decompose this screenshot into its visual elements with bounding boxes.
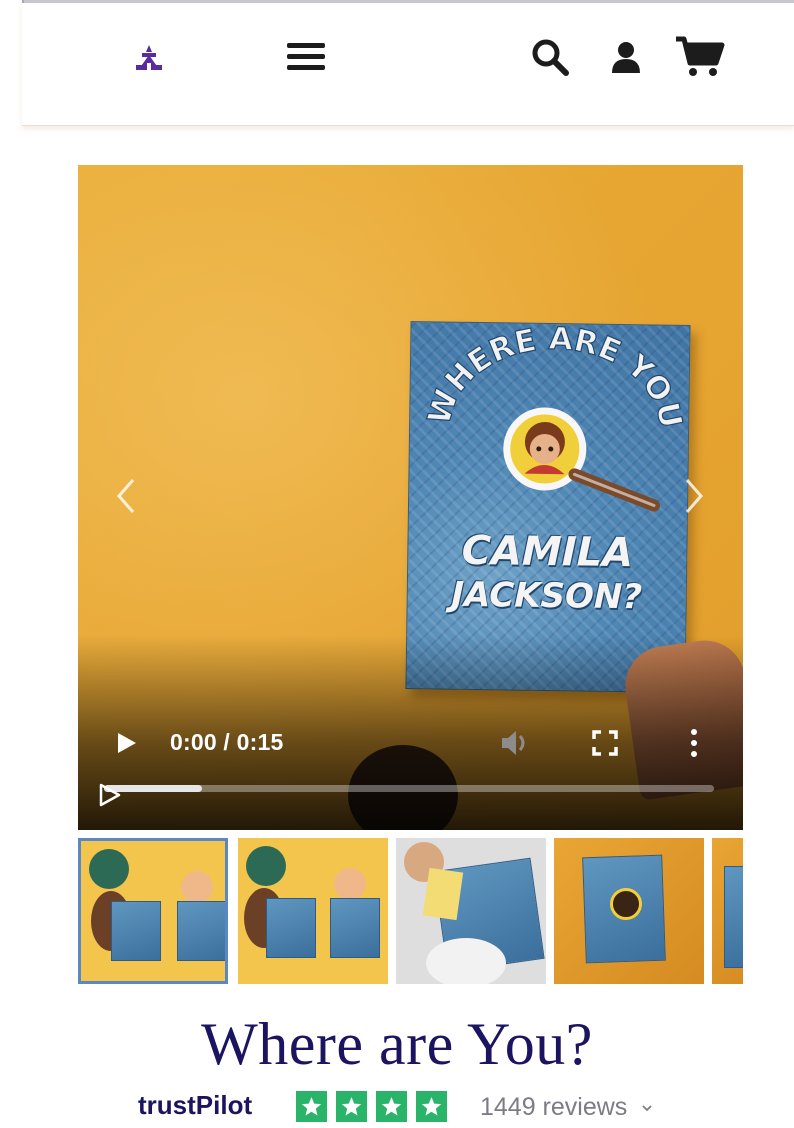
reviews-count: 1449 reviews [480,1093,628,1121]
thumbnail-2[interactable] [238,838,388,984]
video-progress-bar[interactable] [104,785,714,792]
play-icon[interactable] [114,730,140,756]
user-icon[interactable] [608,39,644,77]
thumbnail-1[interactable] [78,838,228,984]
rating-star-3 [376,1091,407,1122]
chevron-left-icon[interactable] [112,475,140,517]
video-controls: 0:00 / 0:15 [78,720,743,830]
chevron-right-icon[interactable] [680,475,708,517]
thumbnail-4[interactable] [554,838,704,984]
thumbnail-3[interactable] [396,838,546,984]
site-header [22,3,794,126]
product-title: Where are You? [201,1011,593,1077]
rating-star-4 [416,1091,447,1122]
search-icon[interactable] [528,35,572,79]
thumbnail-strip [78,838,743,986]
book-name-last: JACKSON? [451,574,643,618]
fullscreen-icon[interactable] [590,728,620,758]
video-time: 0:00 / 0:15 [170,729,284,755]
book-name-first: CAMILA [461,527,634,577]
reviews-link[interactable]: 1449 reviews [480,1093,654,1122]
progress-handle-icon[interactable] [98,782,122,808]
chevron-down-icon[interactable] [640,1101,654,1115]
trustpilot-brand: trustPilot [138,1090,253,1120]
product-video[interactable]: WHERE ARE YOU CAMILA JACKSON? 0:00 / 0:1… [78,165,743,830]
rating-star-1 [296,1091,327,1122]
castle-logo-icon[interactable] [134,43,164,73]
volume-icon[interactable] [498,726,532,760]
more-vertical-icon[interactable] [684,726,704,760]
shopping-cart-icon[interactable] [674,35,726,79]
hamburger-menu-icon[interactable] [284,39,328,75]
trustpilot-rating: trustPilot 1449 reviews [138,1088,698,1128]
rating-star-2 [336,1091,367,1122]
thumbnail-5[interactable] [712,838,743,984]
